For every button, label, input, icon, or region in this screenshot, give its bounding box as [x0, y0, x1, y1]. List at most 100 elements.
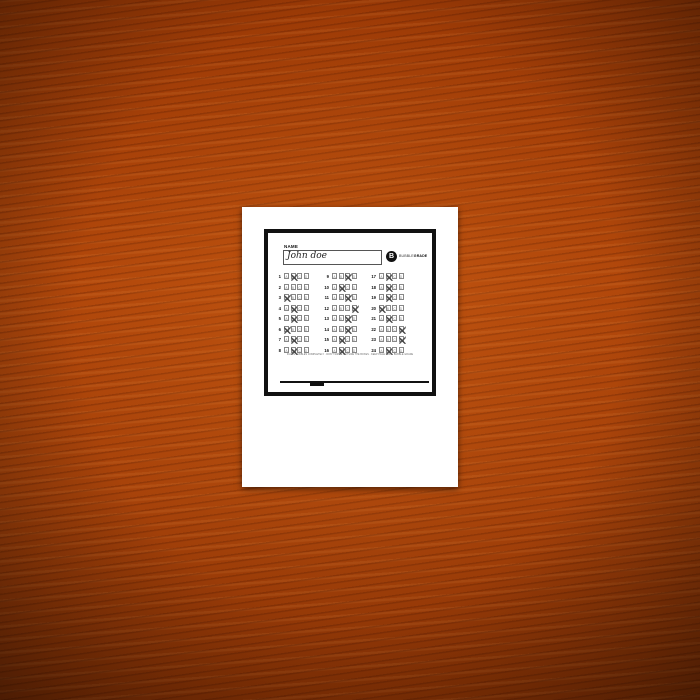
bubble-a[interactable]: A — [332, 304, 337, 311]
bubble-c[interactable]: C — [392, 273, 397, 279]
bubble-c[interactable]: C — [392, 315, 397, 321]
bubble-d[interactable]: D — [303, 304, 309, 311]
bubble-d[interactable]: D — [303, 315, 309, 321]
bubble-b[interactable]: B — [338, 273, 344, 279]
bubble-b[interactable]: B — [385, 304, 391, 311]
bubble-c[interactable]: C — [345, 346, 350, 353]
bubble-a[interactable]: A — [284, 294, 289, 300]
bubble-c[interactable]: C — [345, 283, 350, 290]
bubble-c[interactable]: C — [297, 273, 302, 279]
bubble-b[interactable]: B — [385, 294, 391, 300]
bubble-a[interactable]: A — [284, 304, 289, 311]
bubble-a[interactable]: A — [379, 325, 384, 332]
bubble-c[interactable]: C — [392, 325, 397, 332]
bubble-a[interactable]: A — [379, 315, 384, 321]
bubble-c[interactable]: C — [392, 336, 397, 342]
bubble-c[interactable]: C — [345, 294, 350, 300]
bubble-b[interactable]: B — [290, 304, 296, 311]
logo-icon: B — [386, 251, 397, 262]
bubble-d[interactable]: D — [303, 325, 309, 332]
bubble-b[interactable]: B — [338, 346, 344, 353]
bubble-b[interactable]: B — [290, 336, 296, 342]
bubble-c[interactable]: C — [345, 315, 350, 321]
bubble-c[interactable]: C — [345, 273, 350, 279]
bubble-b[interactable]: B — [338, 325, 344, 332]
bubble-b[interactable]: B — [338, 283, 344, 290]
bubble-d[interactable]: D — [398, 273, 404, 279]
bubble-a[interactable]: A — [332, 346, 337, 353]
bubble-d[interactable]: D — [398, 304, 404, 311]
bubble-d[interactable]: D — [303, 336, 309, 342]
bubble-d[interactable]: D — [351, 336, 357, 342]
bubble-b[interactable]: B — [385, 346, 391, 353]
bubble-a[interactable]: A — [379, 336, 384, 342]
bubble-c[interactable]: C — [297, 315, 302, 321]
bubble-c[interactable]: C — [345, 325, 350, 332]
name-field: John doe — [283, 250, 382, 265]
bubble-d[interactable]: D — [303, 283, 309, 290]
bubble-c[interactable]: C — [297, 283, 302, 290]
bubble-c[interactable]: C — [392, 283, 397, 290]
bubble-b[interactable]: B — [385, 315, 391, 321]
bubble-d[interactable]: D — [398, 346, 404, 353]
bubble-a[interactable]: A — [284, 325, 289, 332]
bubble-c[interactable]: C — [392, 346, 397, 353]
bubble-b[interactable]: B — [290, 294, 296, 300]
bubble-a[interactable]: A — [332, 294, 337, 300]
bubble-a[interactable]: A — [379, 346, 384, 353]
bubble-b[interactable]: B — [338, 304, 344, 311]
bubble-c[interactable]: C — [392, 304, 397, 311]
bubble-b[interactable]: B — [290, 325, 296, 332]
bubble-d[interactable]: D — [303, 294, 309, 300]
bubble-a[interactable]: A — [379, 273, 384, 279]
bubble-b[interactable]: B — [385, 283, 391, 290]
bubble-d[interactable]: D — [303, 273, 309, 279]
bubble-a[interactable]: A — [332, 273, 337, 279]
bubble-a[interactable]: A — [379, 283, 384, 290]
bubble-c[interactable]: C — [345, 336, 350, 342]
bubble-b[interactable]: B — [290, 315, 296, 321]
bubble-c[interactable]: C — [297, 346, 302, 353]
bubble-b[interactable]: B — [338, 294, 344, 300]
bubble-d[interactable]: D — [351, 346, 357, 353]
bubble-d[interactable]: D — [351, 315, 357, 321]
bubble-c[interactable]: C — [297, 336, 302, 342]
bubble-d[interactable]: D — [398, 315, 404, 321]
bubble-d[interactable]: D — [351, 304, 357, 311]
bubble-a[interactable]: A — [284, 315, 289, 321]
bubble-b[interactable]: B — [385, 325, 391, 332]
bubble-a[interactable]: A — [284, 346, 289, 353]
bubble-c[interactable]: C — [297, 325, 302, 332]
question-number: 3 — [278, 295, 281, 300]
bubble-b[interactable]: B — [338, 336, 344, 342]
question-number: 17 — [371, 274, 376, 279]
bubble-b[interactable]: B — [290, 283, 296, 290]
bubble-d[interactable]: D — [351, 294, 357, 300]
bubble-d[interactable]: D — [398, 336, 404, 342]
bubble-a[interactable]: A — [379, 304, 384, 311]
bubble-d[interactable]: D — [398, 325, 404, 332]
bubble-d[interactable]: D — [398, 294, 404, 300]
bubble-d[interactable]: D — [351, 325, 357, 332]
bubble-b[interactable]: B — [290, 346, 296, 353]
bubble-b[interactable]: B — [290, 273, 296, 279]
bubble-a[interactable]: A — [379, 294, 384, 300]
bubble-c[interactable]: C — [392, 294, 397, 300]
bubble-c[interactable]: C — [297, 304, 302, 311]
bubble-d[interactable]: D — [398, 283, 404, 290]
bubble-a[interactable]: A — [332, 283, 337, 290]
bubble-d[interactable]: D — [351, 283, 357, 290]
bubble-a[interactable]: A — [332, 325, 337, 332]
bubble-c[interactable]: C — [297, 294, 302, 300]
bubble-d[interactable]: D — [303, 346, 309, 353]
bubble-a[interactable]: A — [332, 336, 337, 342]
bubble-d[interactable]: D — [351, 273, 357, 279]
bubble-a[interactable]: A — [284, 283, 289, 290]
bubble-b[interactable]: B — [385, 273, 391, 279]
bubble-a[interactable]: A — [284, 336, 289, 342]
bubble-a[interactable]: A — [332, 315, 337, 321]
bubble-a[interactable]: A — [284, 273, 289, 279]
bubble-b[interactable]: B — [338, 315, 344, 321]
bubble-c[interactable]: C — [345, 304, 350, 311]
bubble-b[interactable]: B — [385, 336, 391, 342]
